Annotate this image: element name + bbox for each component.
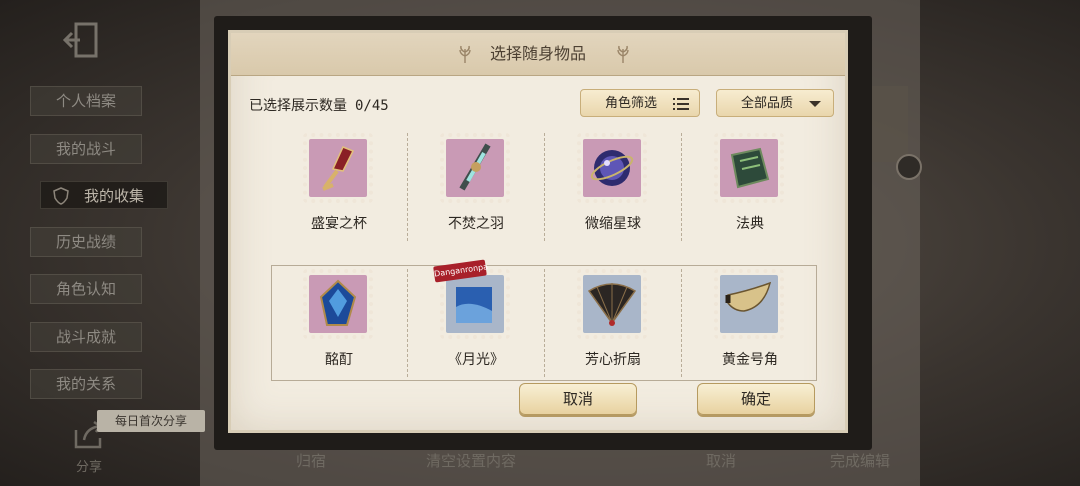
item-cell-drunken[interactable]: 酩酊 bbox=[271, 265, 407, 381]
side-item-my-collection[interactable]: 我的收集 bbox=[40, 181, 168, 209]
side-item-my-battles[interactable]: 我的战斗 bbox=[30, 133, 142, 164]
quality-filter-label: 全部品质 bbox=[741, 96, 794, 111]
background-stamp-frame bbox=[868, 86, 908, 162]
item-name: 不焚之羽 bbox=[448, 216, 504, 232]
confirm-button[interactable]: 确定 bbox=[697, 383, 815, 415]
chevron-down-icon bbox=[809, 101, 821, 107]
dialog-title: 选择随身物品 bbox=[489, 44, 586, 63]
golden-horn-icon bbox=[725, 281, 772, 312]
item-name: 酩酊 bbox=[325, 352, 353, 368]
item-name: 法典 bbox=[736, 216, 764, 232]
select-items-dialog: 选择随身物品 已选择展示数量 0/45 角色筛选 全部品质 盛宴之杯 不焚之羽 … bbox=[228, 30, 848, 433]
side-item-label: 我的收集 bbox=[83, 187, 144, 205]
blue-crystal-icon bbox=[319, 279, 357, 326]
item-stamp bbox=[577, 269, 647, 339]
miniature-planet-icon bbox=[590, 150, 634, 186]
item-cell-folding-fan[interactable]: 芳心折扇 bbox=[545, 265, 681, 381]
item-stamp bbox=[714, 133, 784, 203]
selection-count: 已选择展示数量 0/45 bbox=[249, 95, 389, 115]
wheat-right-icon bbox=[617, 45, 629, 63]
items-row: 盛宴之杯 不焚之羽 微缩星球 法典 bbox=[271, 129, 817, 245]
bottom-finish-button[interactable]: 完成编辑 bbox=[830, 448, 890, 474]
item-cell-moonlight[interactable]: Danganronpa 《月光》 bbox=[408, 259, 544, 381]
items-grid: 盛宴之杯 不焚之羽 微缩星球 法典 酩酊 Danganronpa 《月光》 芳心… bbox=[271, 129, 817, 401]
item-name: 《月光》 bbox=[448, 352, 504, 368]
item-name: 黄金号角 bbox=[722, 352, 778, 368]
bottom-clear-button[interactable]: 清空设置内容 bbox=[426, 448, 516, 474]
item-stamp bbox=[714, 269, 784, 339]
item-name: 微缩星球 bbox=[585, 216, 641, 232]
wheat-left-icon bbox=[459, 45, 471, 63]
item-cell-feast-cup[interactable]: 盛宴之杯 bbox=[271, 129, 407, 245]
unburning-feather-icon bbox=[459, 143, 491, 191]
cancel-button[interactable]: 取消 bbox=[519, 383, 637, 415]
moonlight-record-icon bbox=[456, 287, 492, 323]
role-filter-label: 角色筛选 bbox=[605, 96, 658, 111]
list-icon bbox=[673, 98, 689, 110]
item-cell-golden-horn[interactable]: 黄金号角 bbox=[682, 265, 818, 381]
side-menu: 个人档案 我的战斗 我的收集 历史战绩 角色认知 战斗成就 我的关系 bbox=[30, 86, 170, 417]
dialog-header: 选择随身物品 bbox=[231, 33, 845, 76]
rotate-icon[interactable] bbox=[896, 154, 922, 180]
item-cell-miniature-planet[interactable]: 微缩星球 bbox=[545, 129, 681, 245]
item-cell-codex[interactable]: 法典 bbox=[682, 129, 818, 245]
side-item-profile[interactable]: 个人档案 bbox=[30, 86, 142, 116]
item-stamp bbox=[303, 269, 373, 339]
selection-count-value: 0/45 bbox=[355, 98, 389, 114]
daily-share-tag: 每日首次分享 bbox=[97, 410, 205, 432]
item-cell-unburning-feather[interactable]: 不焚之羽 bbox=[408, 129, 544, 245]
feast-cup-icon bbox=[322, 146, 355, 191]
item-name: 芳心折扇 bbox=[585, 352, 641, 368]
side-item-history[interactable]: 历史战绩 bbox=[30, 226, 142, 257]
codex-icon bbox=[730, 147, 770, 189]
item-name: 盛宴之杯 bbox=[311, 216, 367, 232]
bottom-cancel-button[interactable]: 取消 bbox=[706, 448, 736, 474]
items-row: 酩酊 Danganronpa 《月光》 芳心折扇 黄金号角 bbox=[271, 259, 818, 381]
side-item-achievements[interactable]: 战斗成就 bbox=[30, 321, 142, 352]
item-stamp bbox=[577, 133, 647, 203]
side-item-character-knowledge[interactable]: 角色认知 bbox=[30, 274, 142, 304]
selection-count-label: 已选择展示数量 bbox=[249, 98, 347, 114]
exit-icon[interactable] bbox=[62, 20, 102, 60]
bottom-return-button[interactable]: 归宿 bbox=[296, 448, 326, 474]
item-stamp bbox=[440, 133, 510, 203]
role-filter-button[interactable]: 角色筛选 bbox=[580, 89, 700, 117]
shield-icon bbox=[53, 187, 69, 205]
side-item-relations[interactable]: 我的关系 bbox=[30, 369, 142, 399]
folding-fan-icon bbox=[587, 283, 637, 326]
quality-filter-dropdown[interactable]: 全部品质 bbox=[716, 89, 834, 117]
share-label: 分享 bbox=[76, 460, 103, 475]
item-stamp bbox=[303, 133, 373, 203]
